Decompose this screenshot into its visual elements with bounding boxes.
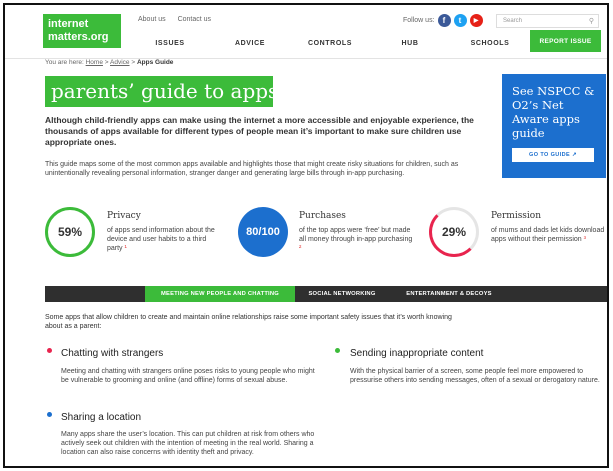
search-icon[interactable]: ⚲ (589, 17, 594, 25)
nspcc-text: See NSPCC & O2’s Net Aware apps guide (512, 84, 595, 140)
logo-line-1: internet (48, 18, 89, 30)
privacy-desc-text: of apps send information about the devic… (107, 227, 215, 252)
tab-spacer (45, 286, 145, 302)
category-tabs: MEETING NEW PEOPLE AND CHATTING SOCIAL N… (45, 286, 607, 302)
permission-desc-text: of mums and dads let kids download apps … (491, 227, 605, 243)
breadcrumb-current: Apps Guide (136, 59, 174, 66)
nav-schools[interactable]: SCHOOLS (450, 34, 530, 53)
bullet-icon (47, 348, 52, 353)
facebook-icon[interactable]: f (437, 14, 451, 27)
risk-title: Sharing a location (61, 412, 142, 423)
report-issue-button[interactable]: REPORT ISSUE (530, 30, 601, 52)
tab-entertainment[interactable]: ENTERTAINMENT & DECOYS (389, 286, 509, 302)
risk-title: Sending inappropriate content (350, 348, 484, 359)
risk-text: Meeting and chatting with strangers onli… (61, 368, 315, 384)
follow-label: Follow us: (403, 17, 435, 24)
breadcrumb-separator: > (131, 59, 136, 66)
permission-ring: 29% (429, 207, 479, 257)
youtube-icon[interactable]: ▶ (469, 14, 483, 27)
purchases-footnote: ² (299, 245, 302, 252)
breadcrumb-advice[interactable]: Advice (110, 59, 130, 66)
tab-meeting-new-people[interactable]: MEETING NEW PEOPLE AND CHATTING (145, 286, 295, 302)
browser-frame: internet matters.org About us Contact us… (3, 3, 609, 468)
privacy-footnote: ¹ (124, 245, 127, 252)
contact-us-link[interactable]: Contact us (178, 16, 211, 23)
permission-label: Permission (491, 211, 542, 221)
site-logo[interactable]: internet matters.org (43, 14, 121, 48)
section-lead: Some apps that allow children to create … (45, 314, 452, 330)
page-title: parents’ guide to apps (45, 76, 278, 107)
intro-paragraph: Although child-friendly apps can make us… (45, 115, 474, 147)
nav-issues[interactable]: ISSUES (130, 34, 210, 53)
purchases-label: Purchases (299, 211, 346, 221)
privacy-desc: of apps send information about the devic… (107, 226, 222, 253)
bullet-icon (335, 348, 340, 353)
permission-footnote: ³ (583, 236, 586, 243)
top-links: About us Contact us (138, 16, 221, 23)
twitter-icon[interactable]: t (453, 14, 467, 27)
permission-desc: of mums and dads let kids download apps … (491, 226, 606, 244)
risk-title: Chatting with strangers (61, 348, 164, 359)
breadcrumb-home[interactable]: Home (86, 59, 103, 66)
privacy-ring: 59% (45, 207, 95, 257)
purchases-desc: of the top apps were ‘free’ but made all… (299, 226, 414, 253)
follow-us: Follow us: f t ▶ (403, 14, 483, 27)
nav-advice[interactable]: ADVICE (210, 34, 290, 53)
tab-social-networking[interactable]: SOCIAL NETWORKING (295, 286, 389, 302)
logo-line-2: matters.org (48, 31, 109, 43)
sub-paragraph: This guide maps some of the most common … (45, 161, 459, 177)
risk-text: Many apps share the user’s location. Thi… (61, 431, 315, 456)
purchases-desc-text: of the top apps were ‘free’ but made all… (299, 227, 413, 243)
privacy-label: Privacy (107, 211, 141, 221)
nspcc-promo: See NSPCC & O2’s Net Aware apps guide GO… (502, 74, 606, 178)
bullet-icon (47, 412, 52, 417)
breadcrumb-prefix: You are here: (45, 59, 84, 66)
breadcrumb: You are here: Home > Advice > Apps Guide (45, 59, 173, 66)
nav-controls[interactable]: CONTROLS (290, 34, 370, 53)
purchases-ring: 80/100 (238, 207, 288, 257)
search-placeholder: Search (503, 18, 523, 24)
risk-text: With the physical barrier of a screen, s… (350, 368, 600, 384)
main-nav: ISSUES ADVICE CONTROLS HUB SCHOOLS (130, 34, 530, 53)
site-header: internet matters.org About us Contact us… (5, 5, 607, 59)
go-to-guide-button[interactable]: GO TO GUIDE ↗ (512, 148, 594, 162)
about-us-link[interactable]: About us (138, 16, 166, 23)
nav-hub[interactable]: HUB (370, 34, 450, 53)
search-input[interactable]: Search ⚲ (496, 14, 599, 28)
breadcrumb-separator: > (104, 59, 109, 66)
